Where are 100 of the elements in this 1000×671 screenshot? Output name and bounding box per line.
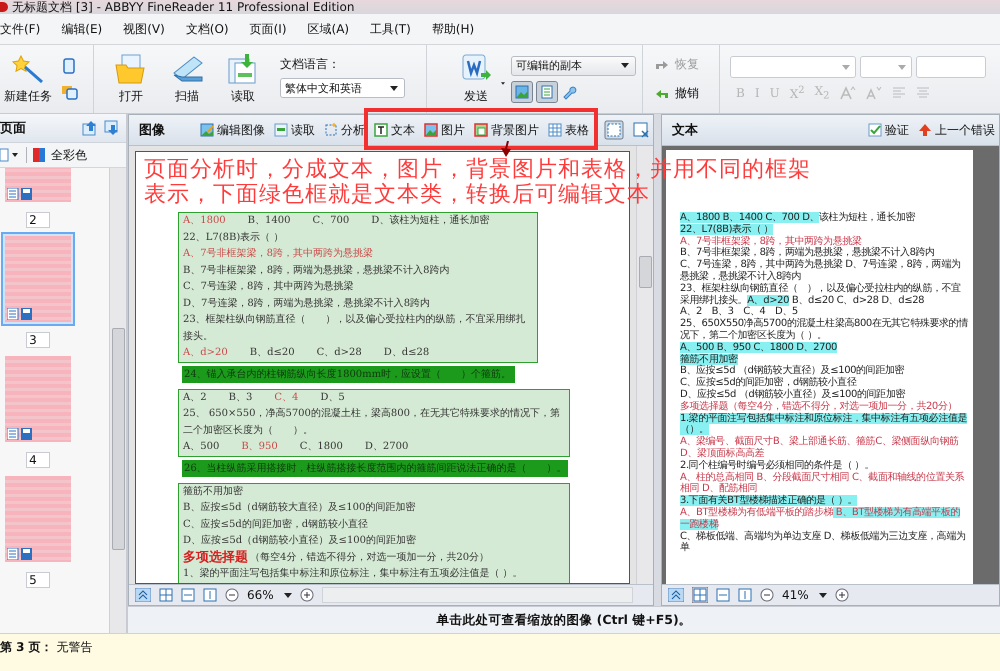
page-icon[interactable] (62, 58, 76, 74)
zoom-in-icon[interactable] (300, 588, 314, 602)
document-text: B、950 (241, 440, 278, 454)
recognized-text: D、应按≤5d （d钢筋较小直径）及≤100的间距加密 (680, 388, 906, 400)
collapse-icon[interactable] (668, 588, 684, 602)
verify-button[interactable]: 验证 (868, 122, 909, 138)
document-text: 箍筋不用加密 (183, 484, 243, 498)
zoom-dropdown[interactable]: 41% (782, 588, 827, 602)
recognized-text: A、梁编号、截面尺寸B、梁上部通长筋、箍筋C、梁侧面纵向钢筋D、梁顶面标高高差 (680, 436, 960, 460)
fit-page-icon[interactable] (692, 587, 708, 603)
recognized-text: B、应按≤5d （d钢筋较大直径）及≤100的间距加密 (680, 365, 906, 376)
fit-height-icon[interactable] (203, 588, 217, 602)
send-button[interactable]: 发送 (457, 51, 495, 107)
document-text: 23、框架柱纵向钢筋直径（ ），以及偏心受拉柱内的纵筋，不宜采用绑扎接头。 (183, 312, 527, 344)
text-area-frame[interactable]: A、2 B、3 C、4 D、5 25、 650×550，净高5700的混凝土柱，梁高800，在无其它特殊要求的情况下，第二个加密区长度为（ ）。 A、500 B、950 C、1800 D、2700 (178, 388, 570, 456)
font-size-field[interactable] (860, 56, 912, 78)
text-frame-icon (374, 123, 388, 137)
pointer-arrow (500, 141, 512, 157)
zoom-out-icon[interactable] (225, 588, 239, 602)
document-text: D、5 (320, 390, 345, 404)
recognized-text: 2.同个柱编号时编号必须相同的条件是（ ）。 (680, 460, 875, 472)
magic-wand-icon (11, 53, 45, 85)
page-status-icon (7, 548, 33, 560)
caret-icon[interactable] (501, 80, 505, 86)
horizontal-scrollbar[interactable] (322, 587, 633, 603)
menu-item[interactable]: 页面(I) (250, 20, 287, 38)
document-text: D、d≤28 (384, 346, 430, 360)
wrench-icon[interactable] (561, 84, 577, 100)
menu-item[interactable]: 文件(F) (0, 20, 40, 38)
text-area-frame[interactable]: 箍筋不用加密 B、应按≤5d（d钢筋较大直径）及≤100的间距加密 C、应按≤5d的间距加密，d钢筋较小直径 D、应按≤5d（d钢筋较小直径）及≤100的间距加密 多项选择题（每空4分，错选不得分，对选一项加一分，共20分） 1、梁的平面注写包括集中标注和原位标注，集中标注有五项必注值是（ ）。 (178, 482, 570, 583)
select-area-icon[interactable] (604, 120, 624, 140)
selected-text-area[interactable]: 24、锚入承台内的柱钢筋纵向长度1800mm时，应设置（ ）个箍筋。 (182, 366, 516, 382)
area-tool-button[interactable]: 表格 (548, 122, 589, 138)
menu-item[interactable]: 帮助(H) (432, 20, 474, 38)
section-heading: 多项选择题 (183, 550, 248, 566)
delete-area-icon[interactable] (633, 122, 649, 138)
menu-item[interactable]: 编辑(E) (61, 20, 102, 38)
previous-error-button[interactable]: 上一个错误 (918, 122, 995, 138)
new-task-button[interactable]: 新建任务 (2, 51, 54, 107)
fit-height-icon[interactable] (738, 588, 752, 602)
app-logo-icon (0, 2, 8, 12)
zoom-dropdown[interactable]: 66% (247, 588, 292, 602)
recognized-text: 1.梁的平面注写包括集中标注和原位标注，集中标注有五项必注值是（）。 (680, 412, 968, 436)
document-text: A、500 (183, 440, 220, 454)
vertical-scrollbar[interactable] (109, 168, 126, 633)
area-tool-button[interactable]: 文本 (374, 122, 415, 138)
document-text: 22、L7(8B)表示（ ） (183, 230, 284, 244)
recognized-text: 多项选择题（每空4分，错选不得分，对选一项加一分，共20分） (680, 400, 958, 412)
image-view-toggle[interactable] (511, 80, 533, 102)
menu-item[interactable]: 工具(T) (370, 20, 411, 38)
fit-width-icon[interactable] (716, 588, 730, 602)
text-area-frame[interactable] (178, 212, 538, 362)
document-text: C、4 (274, 390, 298, 404)
undo-button[interactable]: 撤销 (655, 85, 699, 102)
menu-item[interactable]: 视图(V) (123, 20, 165, 38)
fit-page-icon[interactable] (159, 588, 173, 602)
status-text: 第 3 页： 无警告 (0, 640, 93, 654)
document-text: A、d>20 (183, 346, 228, 360)
font-name-field[interactable] (730, 56, 856, 78)
area-tool-button[interactable]: 编辑图像 (200, 122, 265, 138)
picture-frame-icon (424, 123, 438, 137)
area-tool-button[interactable]: 读取 (274, 122, 315, 138)
recognized-text: 25、650X550净高5700的混凝土柱梁高800在无其它特殊要求的情况下，第二个加密区长度为（ ）。 (680, 318, 969, 342)
language-dropdown[interactable]: 繁体中文和英语 (280, 78, 405, 98)
area-tool-button[interactable]: 背景图片 (474, 122, 539, 138)
style-field[interactable] (916, 56, 986, 78)
page-status-icon (7, 308, 33, 320)
send-format-dropdown[interactable]: 可编辑的副本 (511, 56, 636, 76)
area-tool-button[interactable]: 图片 (424, 122, 465, 138)
folder-page-icon[interactable] (62, 84, 78, 100)
collapse-icon[interactable] (135, 588, 151, 602)
fit-width-icon[interactable] (181, 588, 195, 602)
caret-icon (898, 64, 906, 70)
caret-icon (621, 63, 629, 68)
area-tool-button[interactable]: 分析 (324, 122, 365, 138)
document-text: C、应按≤5d的间距加密，d钢筋较小直径 (183, 518, 368, 532)
page-status-icon (7, 428, 33, 440)
open-button[interactable]: 打开 (112, 51, 150, 107)
text-view-toggle[interactable] (536, 80, 558, 102)
document-text: （每空4分，错选不得分，对选一项加一分，共20分） (250, 550, 490, 564)
move-up-icon[interactable] (82, 120, 98, 136)
recognized-text: A、2 B、3 C、4 D、5 (680, 306, 799, 318)
read-icon (274, 123, 288, 137)
page-view-dropdown-icon[interactable] (0, 148, 20, 162)
page-thumbnail[interactable] (1, 232, 75, 326)
pane-title: 图像 (139, 122, 165, 139)
menu-item[interactable]: 文档(O) (186, 20, 229, 38)
menu-item[interactable]: 区域(A) (308, 20, 350, 38)
pane-title: 文本 (672, 122, 698, 139)
zoom-out-icon[interactable] (760, 588, 774, 602)
landscape-icon (515, 84, 529, 98)
page-status-icon (7, 188, 33, 200)
arrow-up-icon (918, 123, 932, 137)
read-button[interactable]: 读取 (224, 51, 262, 107)
move-down-icon[interactable] (104, 120, 120, 136)
zoom-in-icon[interactable] (834, 588, 849, 602)
scan-button[interactable]: 扫描 (168, 51, 206, 107)
document-text: D、应按≤5d（d钢筋较小直径）及≤100的间距加密 (183, 534, 416, 548)
image-edit-icon (200, 123, 214, 137)
selected-text-area[interactable]: 26、当柱纵筋采用搭接时，柱纵筋搭接长度范围内的箍筋间距说法正确的是（ ）。 (182, 460, 568, 476)
